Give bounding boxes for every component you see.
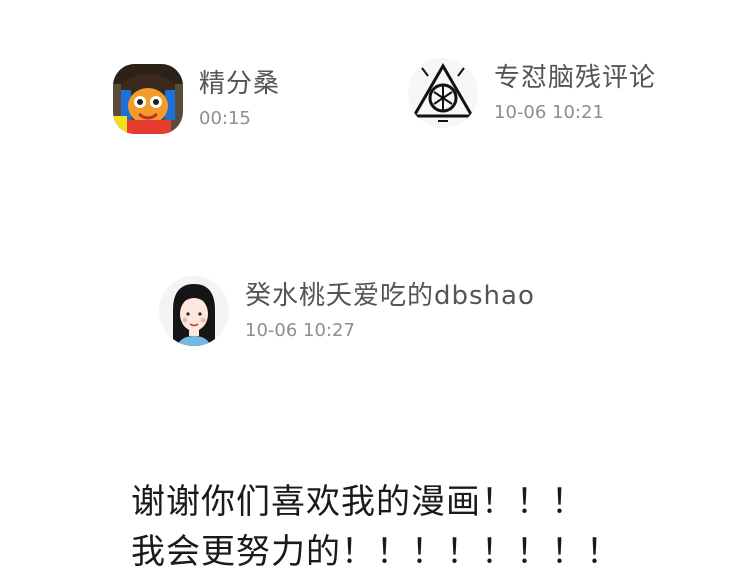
timestamp: 10-06 10:21	[494, 102, 604, 123]
triangle-emblem-avatar-icon	[408, 58, 478, 128]
avatar[interactable]	[408, 58, 478, 128]
username[interactable]: 精分桑	[199, 68, 280, 100]
avatar[interactable]	[113, 64, 183, 134]
author-message: 谢谢你们喜欢我的漫画！！！ 我会更努力的！！！！！！！！	[131, 477, 621, 577]
comment-header-2: 专怼脑残评论 10-06 10:21	[408, 58, 656, 128]
avatar[interactable]	[159, 276, 229, 346]
timestamp: 00:15	[199, 108, 251, 129]
username[interactable]: 癸水桃夭爱吃的dbshao	[245, 280, 535, 312]
comment-header-1: 精分桑 00:15	[113, 64, 280, 134]
message-line-2: 我会更努力的！！！！！！！！	[131, 532, 621, 572]
girl-portrait-avatar-icon	[159, 276, 229, 346]
username[interactable]: 专怼脑残评论	[494, 62, 656, 94]
cartoon-character-avatar-icon	[113, 64, 183, 134]
timestamp: 10-06 10:27	[245, 320, 355, 341]
comment-header-3: 癸水桃夭爱吃的dbshao 10-06 10:27	[159, 276, 535, 346]
message-line-1: 谢谢你们喜欢我的漫画！！！	[131, 482, 586, 522]
